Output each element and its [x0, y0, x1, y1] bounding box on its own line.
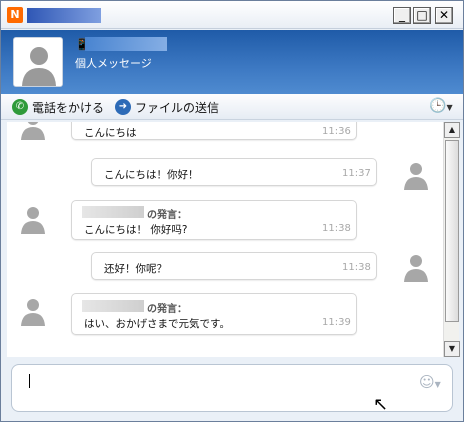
window-title-redacted	[27, 8, 101, 23]
text-caret	[29, 374, 30, 388]
chat-window: N _ □ ✕ 📱 個人メッセージ ✆ 電話をかける ➜ ファイルの送信 🕒▼	[0, 0, 464, 422]
message-time: 11:38	[322, 223, 351, 234]
close-button[interactable]: ✕	[435, 7, 453, 24]
chat-scrollbar[interactable]: ▲ ▼	[443, 122, 460, 357]
message-text: こんにちは	[84, 127, 137, 139]
my-avatar-small	[400, 250, 432, 282]
sender-label: の発言：	[147, 210, 187, 221]
toolbar: ✆ 電話をかける ➜ ファイルの送信 🕒▼	[1, 94, 463, 120]
phone-icon: ✆	[12, 99, 28, 115]
contact-avatar[interactable]	[13, 37, 63, 87]
message-bubble: こんにちは 11:36	[71, 122, 357, 140]
arrow-right-icon: ➜	[115, 99, 131, 115]
person-icon	[404, 255, 428, 282]
send-file-button-label: ファイルの送信	[135, 100, 220, 115]
message-bubble: の発言： こんにちは！ 你好吗? 11:38	[71, 200, 357, 240]
emoticon-icon[interactable]: ☺▼	[419, 373, 441, 391]
person-icon	[14, 38, 62, 86]
conversation-type-label: 個人メッセージ	[75, 57, 152, 70]
contact-name-redacted	[85, 37, 167, 51]
message-time: 11:37	[342, 168, 371, 179]
scroll-down-button[interactable]: ▼	[444, 341, 460, 357]
message-text: はい、おかげさまで元気です。	[84, 318, 230, 330]
contact-avatar-small	[17, 202, 49, 234]
title-bar: N _ □ ✕	[1, 1, 463, 29]
message-bubble: 还好！你呢？ 11:38	[91, 252, 377, 280]
message-text: 还好！你呢？	[104, 263, 167, 275]
minimize-button[interactable]: _	[393, 7, 411, 24]
person-icon	[21, 207, 45, 234]
contact-header: 📱 個人メッセージ	[1, 30, 463, 94]
person-icon	[21, 299, 45, 326]
message-time: 11:38	[342, 262, 371, 273]
message-bubble: こんにちは！你好！ 11:37	[91, 158, 377, 186]
message-input[interactable]	[34, 372, 414, 392]
scroll-thumb[interactable]	[445, 140, 459, 322]
sender-name-redacted	[82, 206, 144, 218]
person-icon	[21, 122, 45, 140]
mouse-cursor-icon: ↖	[373, 394, 389, 415]
contact-avatar-small	[17, 122, 49, 140]
sender-label: の発言：	[147, 304, 187, 315]
call-button[interactable]: ✆ 電話をかける	[12, 98, 104, 116]
message-time: 11:39	[322, 317, 351, 328]
history-clock-icon[interactable]: 🕒▼	[429, 98, 453, 114]
app-logo-icon: N	[7, 7, 23, 23]
message-history: こんにちは 11:36 こんにちは！你好！ 11:37 の発言： こんにちは！ …	[7, 122, 443, 357]
message-text: こんにちは！你好！	[104, 169, 199, 181]
scroll-up-button[interactable]: ▲	[444, 122, 460, 138]
sender-name-redacted	[82, 300, 144, 312]
call-button-label: 電話をかける	[32, 100, 105, 115]
message-text: こんにちは！ 你好吗?	[84, 224, 188, 236]
my-avatar-small	[400, 158, 432, 190]
message-bubble: の発言： はい、おかげさまで元気です。 11:39	[71, 293, 357, 335]
message-time: 11:36	[322, 126, 351, 137]
contact-avatar-small	[17, 294, 49, 326]
maximize-button[interactable]: □	[413, 7, 431, 24]
send-file-button[interactable]: ➜ ファイルの送信	[115, 98, 219, 116]
person-icon	[404, 163, 428, 190]
